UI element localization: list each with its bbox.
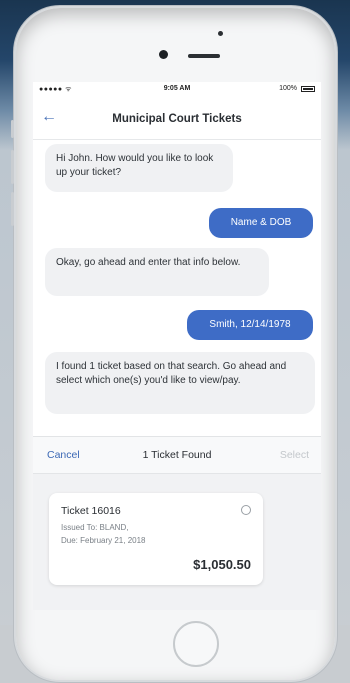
select-radio-icon[interactable] — [241, 505, 251, 515]
bot-message: Hi John. How would you like to look up y… — [45, 144, 233, 192]
select-button[interactable]: Select — [280, 449, 309, 461]
ticket-due-date: Due: February 21, 2018 — [61, 536, 146, 545]
volume-down-button[interactable] — [11, 192, 14, 226]
proximity-sensor — [218, 31, 223, 36]
chat-thread: Hi John. How would you like to look up y… — [33, 140, 321, 436]
battery-percent: 100% — [279, 85, 297, 92]
home-button[interactable] — [173, 621, 219, 667]
navigation-bar: ← Municipal Court Tickets — [33, 99, 321, 140]
battery-icon — [301, 86, 315, 92]
ticket-number: Ticket 16016 — [61, 505, 121, 517]
front-camera — [159, 50, 168, 59]
user-message: Smith, 12/14/1978 — [187, 310, 313, 340]
ticket-card[interactable]: Ticket 16016 Issued To: BLAND, Due: Febr… — [49, 493, 263, 585]
sheet-header: Cancel 1 Ticket Found Select — [33, 437, 321, 474]
page-title: Municipal Court Tickets — [112, 113, 242, 125]
user-message: Name & DOB — [209, 208, 313, 238]
bot-message: Okay, go ahead and enter that info below… — [45, 248, 269, 296]
status-time: 9:05 AM — [163, 85, 191, 92]
earpiece-speaker — [188, 54, 220, 58]
status-bar: ●●●●● ᯤ 9:05 AM 100% — [33, 82, 321, 98]
ticket-selection-sheet: Cancel 1 Ticket Found Select Ticket 1601… — [33, 436, 321, 610]
bot-message: I found 1 ticket based on that search. G… — [45, 352, 315, 414]
sheet-title: 1 Ticket Found — [142, 449, 212, 461]
phone-screen: ●●●●● ᯤ 9:05 AM 100% ← Municipal Court T… — [33, 82, 321, 610]
ticket-issued-to: Issued To: BLAND, — [61, 523, 129, 532]
volume-up-button[interactable] — [11, 150, 14, 184]
ticket-amount: $1,050.50 — [193, 557, 251, 572]
mute-switch[interactable] — [11, 120, 14, 138]
